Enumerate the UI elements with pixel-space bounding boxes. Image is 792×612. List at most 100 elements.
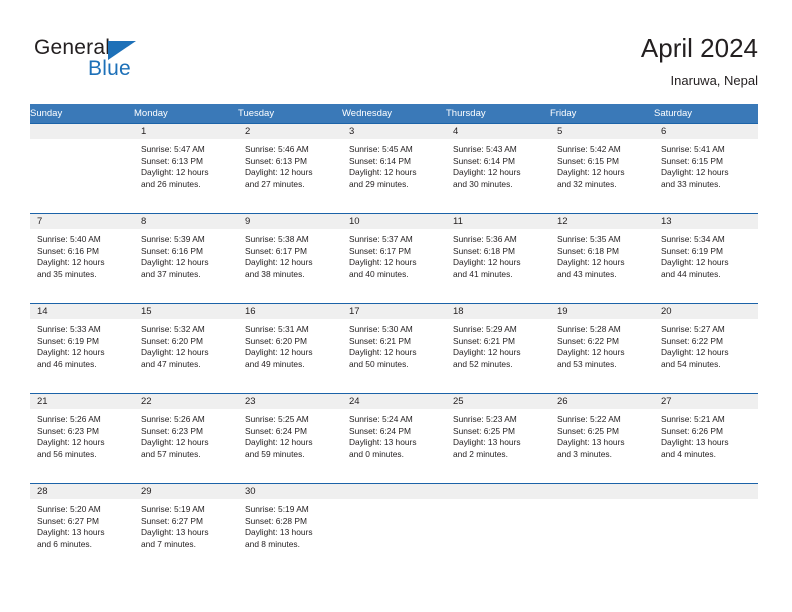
day-detail-line: Sunset: 6:18 PM [557, 245, 619, 256]
calendar-day-cell[interactable]: 15 Sunrise: 5:32 AM Sunset: 6:20 PM Dayligh… [134, 303, 238, 394]
day-detail-line: Sunset: 6:13 PM [141, 155, 203, 166]
day-details: Sunrise: 5:29 AM Sunset: 6:21 PM Daylight:… [446, 319, 550, 370]
day-details: Sunrise: 5:34 AM Sunset: 6:19 PM Daylight:… [654, 229, 758, 280]
day-detail-line: and 27 minutes. [245, 178, 305, 189]
day-detail-line: Sunset: 6:16 PM [141, 245, 203, 256]
calendar-day-cell[interactable]: 27 Sunrise: 5:21 AM Sunset: 6:26 PM Dayligh… [654, 393, 758, 484]
calendar-day-cell[interactable]: 29 Sunrise: 5:19 AM Sunset: 6:27 PM Dayligh… [134, 483, 238, 574]
day-detail-line: Sunset: 6:16 PM [37, 245, 99, 256]
calendar-day-cell[interactable]: 16 Sunrise: 5:31 AM Sunset: 6:20 PM Dayligh… [238, 303, 342, 394]
day-detail-line: and 3 minutes. [557, 448, 612, 459]
day-number: 21 [30, 394, 134, 409]
calendar-day-cell[interactable]: 23 Sunrise: 5:25 AM Sunset: 6:24 PM Dayligh… [238, 393, 342, 484]
day-details: Sunrise: 5:45 AM Sunset: 6:14 PM Daylight:… [342, 139, 446, 190]
day-detail-line: Sunrise: 5:43 AM [453, 144, 517, 154]
day-detail-line: and 40 minutes. [349, 268, 409, 279]
calendar-day-cell[interactable]: 20 Sunrise: 5:27 AM Sunset: 6:22 PM Dayligh… [654, 303, 758, 394]
day-detail-line: Sunrise: 5:24 AM [349, 414, 413, 424]
day-detail-line: and 37 minutes. [141, 268, 201, 279]
day-detail-line: Sunset: 6:20 PM [245, 335, 307, 346]
day-detail-line: Sunset: 6:14 PM [349, 155, 411, 166]
day-detail-line: and 56 minutes. [37, 448, 97, 459]
day-detail-line: and 54 minutes. [661, 358, 721, 369]
calendar-day-cell[interactable]: 5 Sunrise: 5:42 AM Sunset: 6:15 PM Daylight… [550, 123, 654, 214]
day-details [446, 499, 550, 504]
day-details: Sunrise: 5:21 AM Sunset: 6:26 PM Daylight:… [654, 409, 758, 460]
day-detail-line: Sunrise: 5:41 AM [661, 144, 725, 154]
title-block: April 2024 Inaruwa, Nepal [641, 32, 758, 89]
calendar-day-cell[interactable]: 12 Sunrise: 5:35 AM Sunset: 6:18 PM Dayligh… [550, 213, 654, 304]
calendar-day-cell[interactable]: 4 Sunrise: 5:43 AM Sunset: 6:14 PM Daylight… [446, 123, 550, 214]
day-detail-line: and 32 minutes. [557, 178, 617, 189]
day-detail-line: and 49 minutes. [245, 358, 305, 369]
day-detail-line: Daylight: 12 hours [141, 167, 209, 178]
calendar-day-cell[interactable]: 26 Sunrise: 5:22 AM Sunset: 6:25 PM Dayligh… [550, 393, 654, 484]
day-details: Sunrise: 5:42 AM Sunset: 6:15 PM Daylight:… [550, 139, 654, 190]
day-details [342, 499, 446, 504]
calendar-day-cell[interactable]: 7 Sunrise: 5:40 AM Sunset: 6:16 PM Daylight… [30, 213, 134, 304]
day-detail-line: Daylight: 13 hours [453, 437, 521, 448]
calendar-day-cell[interactable]: 13 Sunrise: 5:34 AM Sunset: 6:19 PM Dayligh… [654, 213, 758, 304]
day-detail-line: Daylight: 12 hours [245, 257, 313, 268]
day-detail-line: Daylight: 13 hours [557, 437, 625, 448]
day-detail-line: Daylight: 12 hours [661, 167, 729, 178]
day-details: Sunrise: 5:46 AM Sunset: 6:13 PM Daylight:… [238, 139, 342, 190]
day-detail-line: Sunset: 6:21 PM [453, 335, 515, 346]
day-details [654, 499, 758, 504]
day-detail-line: Daylight: 12 hours [661, 257, 729, 268]
day-detail-line: Daylight: 12 hours [557, 257, 625, 268]
day-number: 6 [654, 124, 758, 139]
day-number: 24 [342, 394, 446, 409]
calendar-day-cell[interactable]: 19 Sunrise: 5:28 AM Sunset: 6:22 PM Dayligh… [550, 303, 654, 394]
day-detail-line: and 0 minutes. [349, 448, 404, 459]
calendar-day-cell[interactable]: 8 Sunrise: 5:39 AM Sunset: 6:16 PM Daylight… [134, 213, 238, 304]
calendar-day-cell[interactable]: 24 Sunrise: 5:24 AM Sunset: 6:24 PM Dayligh… [342, 393, 446, 484]
day-number: 30 [238, 484, 342, 499]
calendar-day-cell[interactable]: 11 Sunrise: 5:36 AM Sunset: 6:18 PM Dayligh… [446, 213, 550, 304]
day-details [30, 139, 134, 144]
day-number: 4 [446, 124, 550, 139]
day-detail-line: and 50 minutes. [349, 358, 409, 369]
calendar-day-cell[interactable]: 17 Sunrise: 5:30 AM Sunset: 6:21 PM Dayligh… [342, 303, 446, 394]
day-detail-line: and 41 minutes. [453, 268, 513, 279]
day-details: Sunrise: 5:40 AM Sunset: 6:16 PM Daylight:… [30, 229, 134, 280]
day-detail-line: Sunrise: 5:22 AM [557, 414, 621, 424]
day-detail-line: Sunset: 6:14 PM [453, 155, 515, 166]
day-detail-line: and 8 minutes. [245, 538, 300, 549]
calendar-day-cell[interactable]: 3 Sunrise: 5:45 AM Sunset: 6:14 PM Daylight… [342, 123, 446, 214]
day-details: Sunrise: 5:30 AM Sunset: 6:21 PM Daylight:… [342, 319, 446, 370]
day-number [654, 484, 758, 499]
calendar-day-cell[interactable]: 9 Sunrise: 5:38 AM Sunset: 6:17 PM Daylight… [238, 213, 342, 304]
calendar-day-cell[interactable]: 14 Sunrise: 5:33 AM Sunset: 6:19 PM Dayligh… [30, 303, 134, 394]
calendar-day-cell[interactable]: 2 Sunrise: 5:46 AM Sunset: 6:13 PM Daylight… [238, 123, 342, 214]
calendar-day-cell[interactable]: 21 Sunrise: 5:26 AM Sunset: 6:23 PM Dayligh… [30, 393, 134, 484]
day-detail-line: Sunrise: 5:36 AM [453, 234, 517, 244]
day-number: 10 [342, 214, 446, 229]
calendar-day-cell[interactable]: 28 Sunrise: 5:20 AM Sunset: 6:27 PM Dayligh… [30, 483, 134, 574]
day-detail-line: Sunrise: 5:42 AM [557, 144, 621, 154]
day-detail-line: Daylight: 12 hours [141, 257, 209, 268]
calendar-day-cell[interactable]: 22 Sunrise: 5:26 AM Sunset: 6:23 PM Dayligh… [134, 393, 238, 484]
day-detail-line: Sunrise: 5:45 AM [349, 144, 413, 154]
calendar-day-cell[interactable]: 18 Sunrise: 5:29 AM Sunset: 6:21 PM Dayligh… [446, 303, 550, 394]
brand-logo[interactable]: General Blue [34, 36, 264, 88]
day-detail-line: Daylight: 12 hours [141, 347, 209, 358]
day-detail-line: Sunset: 6:15 PM [661, 155, 723, 166]
calendar-day-cell[interactable]: 6 Sunrise: 5:41 AM Sunset: 6:15 PM Daylight… [654, 123, 758, 214]
calendar-day-cell[interactable]: 1 Sunrise: 5:47 AM Sunset: 6:13 PM Daylight… [134, 123, 238, 214]
day-details: Sunrise: 5:20 AM Sunset: 6:27 PM Daylight:… [30, 499, 134, 550]
day-detail-line: and 38 minutes. [245, 268, 305, 279]
calendar-week-row: 7 Sunrise: 5:40 AM Sunset: 6:16 PM Daylight… [30, 213, 758, 304]
day-detail-line: Sunset: 6:18 PM [453, 245, 515, 256]
day-detail-line: Daylight: 12 hours [453, 257, 521, 268]
day-detail-line: Sunrise: 5:34 AM [661, 234, 725, 244]
calendar-day-cell[interactable]: 30 Sunrise: 5:19 AM Sunset: 6:28 PM Dayligh… [238, 483, 342, 574]
day-detail-line: Daylight: 12 hours [557, 347, 625, 358]
calendar-day-cell[interactable]: 25 Sunrise: 5:23 AM Sunset: 6:25 PM Dayligh… [446, 393, 550, 484]
calendar-day-cell[interactable]: 10 Sunrise: 5:37 AM Sunset: 6:17 PM Dayligh… [342, 213, 446, 304]
day-detail-line: Daylight: 13 hours [349, 437, 417, 448]
calendar-day-cell-empty [550, 483, 654, 574]
day-detail-line: Daylight: 12 hours [349, 167, 417, 178]
day-number: 3 [342, 124, 446, 139]
day-number [550, 484, 654, 499]
